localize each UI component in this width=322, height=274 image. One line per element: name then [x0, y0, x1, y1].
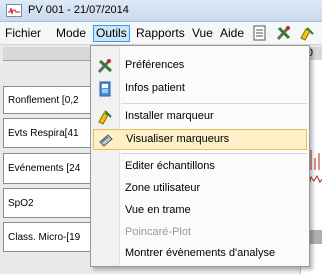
menu-separator — [121, 153, 307, 154]
menu-item-label: Infos patient — [125, 82, 185, 94]
menu-item-vue-en-trame[interactable]: Vue en trame — [93, 201, 307, 222]
menu-item-label: Editer échantillons — [125, 160, 215, 172]
menu-separator — [121, 103, 307, 104]
channel-label-class-micro[interactable]: Class. Micro-[19 — [3, 222, 95, 252]
menu-item-label: Préférences — [125, 59, 185, 71]
menu-item-label: Visualiser marqueurs — [126, 133, 230, 145]
menu-item-label: Vue en trame — [125, 204, 191, 216]
menu-item-preferences[interactable]: Préférences — [93, 56, 307, 77]
menu-item-installer-marqueur[interactable]: Installer marqueur — [93, 107, 307, 128]
document-icon[interactable] — [251, 25, 269, 42]
menu-item-poincare-plot: Poincaré-Plot — [93, 223, 307, 244]
menu-bar: Fichier Mode Outils Rapports Vue Aide — [0, 22, 322, 45]
patient-info-icon — [97, 81, 113, 97]
install-marker-icon — [97, 109, 113, 125]
tools-icon[interactable] — [275, 25, 293, 42]
menu-item-visualiser-marqueurs[interactable]: Visualiser marqueurs — [93, 129, 307, 150]
menu-item-zone-utilisateur[interactable]: Zone utilisateur — [93, 179, 307, 200]
menu-rapports[interactable]: Rapports — [136, 25, 185, 42]
window-title: PV 001 - 21/07/2014 — [28, 4, 129, 16]
menu-item-label: Zone utilisateur — [125, 182, 201, 194]
channel-label-spo2[interactable]: SpO2 — [3, 188, 95, 218]
channel-label-ronflement[interactable]: Ronflement [0,2 — [3, 86, 95, 114]
menu-vue[interactable]: Vue — [192, 25, 213, 42]
menu-aide[interactable]: Aide — [220, 25, 244, 42]
menu-item-label: Poincaré-Plot — [125, 226, 192, 238]
menu-item-infos-patient[interactable]: Infos patient — [93, 79, 307, 100]
channel-label-evenements[interactable]: Evénements [24 — [3, 153, 95, 184]
menu-mode[interactable]: Mode — [56, 25, 86, 42]
marker-icon[interactable] — [298, 25, 316, 42]
menu-item-label: Montrer évènements d'analyse — [125, 247, 276, 259]
view-markers-icon — [98, 132, 114, 148]
menu-outils[interactable]: Outils — [93, 25, 130, 42]
channel-label-evts-respira[interactable]: Evts Respira[41 — [3, 118, 95, 148]
menu-item-montrer-evenements-analyse[interactable]: Montrer évènements d'analyse — [93, 244, 307, 265]
app-icon — [6, 4, 22, 17]
preferences-tools-icon — [97, 58, 113, 74]
menu-fichier[interactable]: Fichier — [5, 25, 41, 42]
title-bar: PV 001 - 21/07/2014 — [0, 0, 322, 22]
menu-item-editer-echantillons[interactable]: Editer échantillons — [93, 157, 307, 178]
menu-item-label: Installer marqueur — [125, 110, 214, 122]
outils-dropdown-menu: Préférences Infos patient Installer marq… — [90, 45, 310, 267]
